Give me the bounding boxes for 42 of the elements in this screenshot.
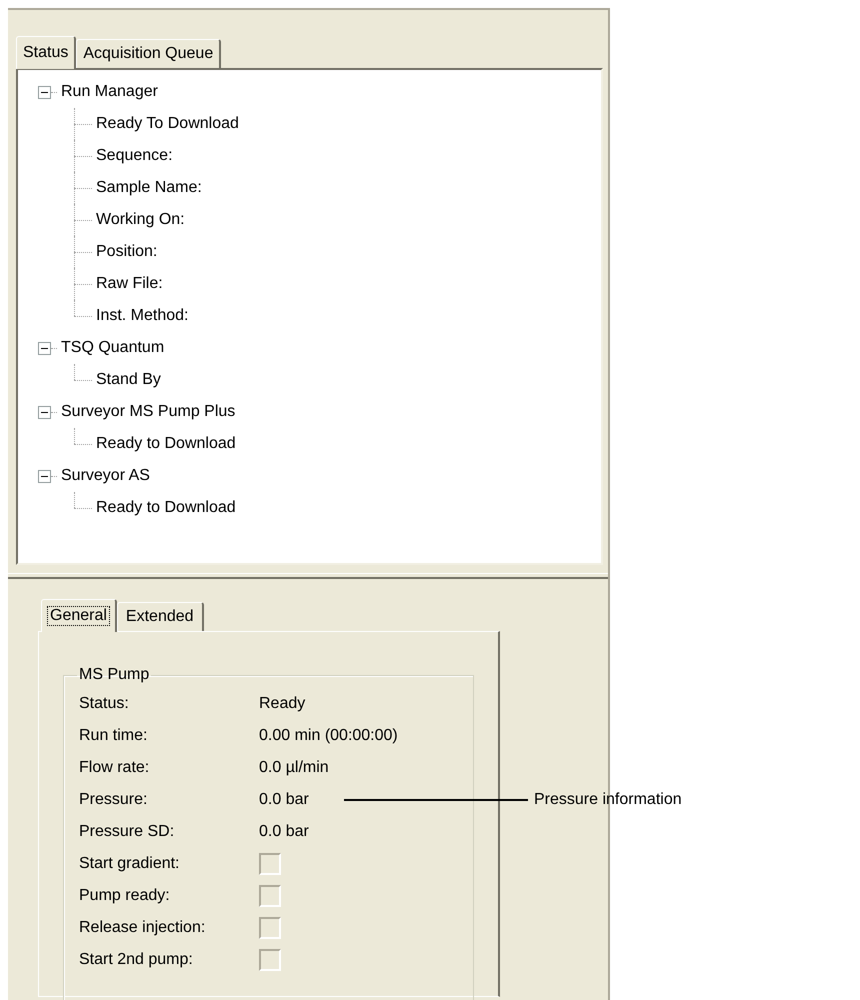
field-label: Pressure SD: [79,823,176,841]
field-value: 0.0 µl/min [259,759,329,777]
tree-item[interactable]: Sample Name: [92,179,202,197]
tree-item[interactable]: Inst. Method: [92,307,188,325]
field-label: Pressure: [79,791,148,809]
field-value: 0.0 bar [259,791,309,809]
field-label: Flow rate: [79,759,150,777]
checkbox[interactable] [259,853,281,875]
field-value: 0.0 bar [259,823,309,841]
collapse-icon[interactable] [38,86,51,98]
tree-item[interactable]: Ready to Download [92,435,236,453]
checkbox[interactable] [259,949,281,971]
tree-item[interactable]: Working On: [92,211,185,229]
tree-item[interactable]: Sequence: [92,147,173,165]
group-title: MS Pump [78,666,150,684]
tree-item[interactable]: Surveyor MS Pump Plus [57,403,236,421]
field-label: Start 2nd pump: [79,951,194,969]
tree-item[interactable]: Stand By [92,371,161,389]
tree-item[interactable]: Surveyor AS [57,467,150,485]
tree-item[interactable]: Ready To Download [92,115,239,133]
tree-item[interactable]: Position: [92,243,158,261]
field-value: Ready [259,695,306,713]
collapse-icon[interactable] [38,470,51,482]
checkbox[interactable] [259,917,281,939]
collapse-icon[interactable] [38,406,51,418]
collapse-icon[interactable] [38,342,51,354]
tree-item[interactable]: Ready to Download [92,499,236,517]
tab[interactable]: Acquisition Queue [76,39,222,68]
field-label: Status: [79,695,130,713]
tree-item[interactable]: Raw File: [92,275,163,293]
field-label: Run time: [79,727,148,745]
field-label: Pump ready: [79,887,171,905]
field-value: 0.00 min (00:00:00) [259,727,398,745]
tab[interactable]: Extended [116,602,204,631]
tree-item[interactable]: Run Manager [57,83,158,101]
callout-label: Pressure information [534,791,682,809]
tree-item[interactable]: TSQ Quantum [57,339,164,357]
tab[interactable]: General [41,599,117,632]
field-label: Release injection: [79,919,206,937]
checkbox[interactable] [259,885,281,907]
field-label: Start gradient: [79,855,180,873]
tab[interactable]: Status [16,36,76,69]
